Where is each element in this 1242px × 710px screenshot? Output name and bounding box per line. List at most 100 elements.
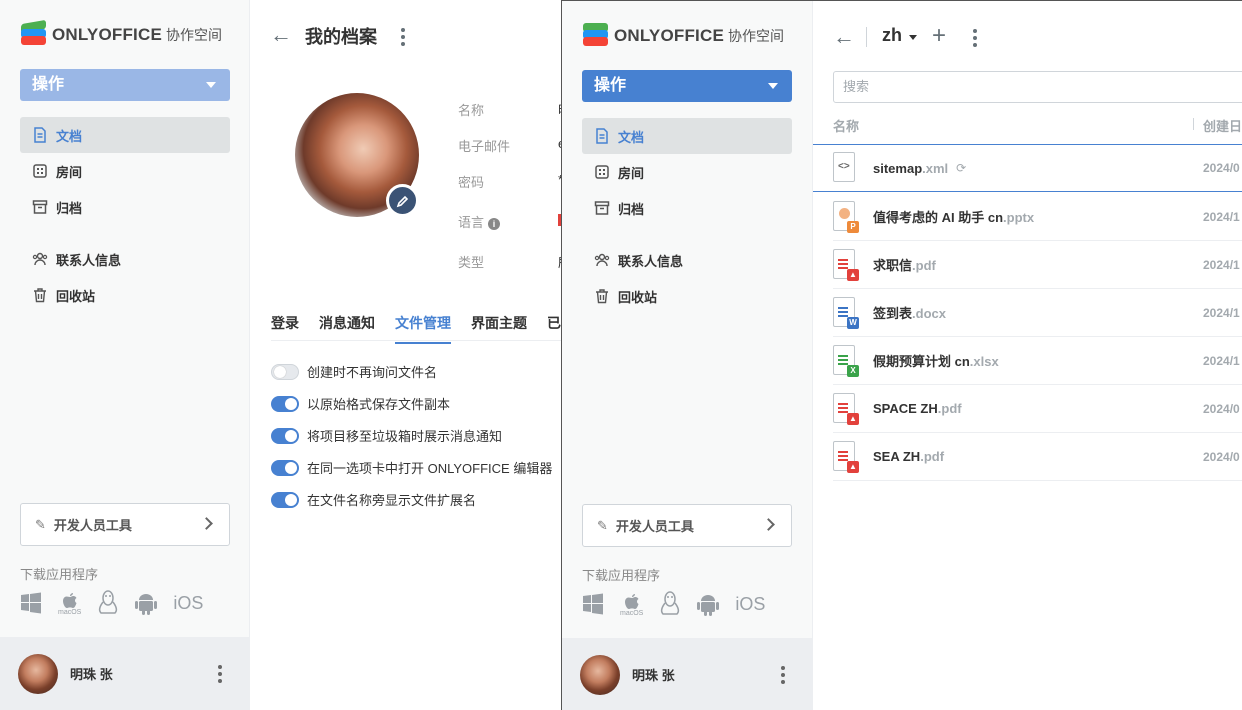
column-header-created[interactable]: 创建日 xyxy=(1203,116,1242,135)
linux-icon[interactable] xyxy=(97,590,119,616)
developer-tools-icon: ✎ xyxy=(35,516,46,532)
caret-down-icon[interactable] xyxy=(909,35,917,40)
contacts-icon xyxy=(32,251,48,267)
archive-icon xyxy=(32,199,48,215)
back-arrow-icon[interactable]: ← xyxy=(833,26,855,48)
left-sidebar: ONLYOFFICE 协作空间 操作 文档 房间 归档 联系人信息 回收站 ✎ … xyxy=(0,0,250,710)
profile-bar[interactable]: 明珠 张 xyxy=(562,638,813,710)
file-date: 2024/1 xyxy=(1203,257,1240,272)
developer-tools-button[interactable]: ✎ 开发人员工具 xyxy=(20,503,230,546)
sidebar-item-label: 回收站 xyxy=(56,288,96,304)
table-row[interactable]: <> sitemap.xml ⟳ 2024/0 xyxy=(813,144,1242,192)
toggle-label: 以原始格式保存文件副本 xyxy=(307,397,451,412)
field-label-name: 名称 xyxy=(458,103,485,118)
back-arrow-icon[interactable]: ← xyxy=(270,24,292,46)
table-row[interactable]: ▲ SPACE ZH.pdf 2024/0 xyxy=(833,385,1242,433)
toggle-switch[interactable] xyxy=(271,363,299,380)
windows-icon[interactable] xyxy=(20,592,42,614)
actions-button[interactable]: 操作 xyxy=(582,70,792,102)
info-icon[interactable]: i xyxy=(488,218,501,230)
developer-tools-icon: ✎ xyxy=(597,517,608,533)
sidebar-item-label: 回收站 xyxy=(618,289,658,305)
file-date: 2024/1 xyxy=(1203,209,1240,224)
macos-icon[interactable]: macOS xyxy=(620,592,643,617)
file-date: 2024/0 xyxy=(1203,161,1240,175)
download-apps-label: 下载应用程序 xyxy=(582,568,661,583)
macos-icon[interactable]: macOS xyxy=(58,591,81,616)
sidebar-item-archive[interactable]: 归档 xyxy=(20,189,230,225)
actions-button-label: 操作 xyxy=(594,77,627,94)
pdf-file-icon: ▲ xyxy=(833,392,859,425)
android-icon[interactable] xyxy=(697,592,720,616)
actions-button-label: 操作 xyxy=(32,76,65,93)
ios-icon[interactable]: iOS xyxy=(173,593,203,614)
sync-icon[interactable]: ⟳ xyxy=(956,161,966,175)
toggle-row[interactable]: 在同一选项卡中打开 ONLYOFFICE 编辑器 xyxy=(271,458,552,477)
pdf-file-icon: ▲ xyxy=(833,248,859,281)
profile-name: 明珠 张 xyxy=(70,667,113,682)
edit-avatar-button[interactable] xyxy=(386,184,419,217)
docx-file-icon: W xyxy=(833,296,859,329)
pencil-icon xyxy=(396,195,408,207)
app-download-icons: macOS iOS xyxy=(582,591,765,617)
toggle-switch[interactable] xyxy=(271,459,299,476)
table-row[interactable]: X 假期预算计划 cn.xlsx 2024/1 xyxy=(833,337,1242,385)
table-row[interactable]: ▲ SEA ZH.pdf 2024/0 xyxy=(833,433,1242,481)
sidebar-item-rooms[interactable]: 房间 xyxy=(582,154,792,190)
plus-icon[interactable]: + xyxy=(932,22,946,50)
sidebar-item-documents[interactable]: 文档 xyxy=(20,117,230,153)
linux-icon[interactable] xyxy=(659,591,681,617)
more-options-icon[interactable] xyxy=(218,664,222,683)
sidebar-item-label: 联系人信息 xyxy=(56,252,122,268)
file-date: 2024/0 xyxy=(1203,449,1240,464)
sidebar-item-label: 房间 xyxy=(618,165,645,181)
table-row[interactable]: ▲ 求职信.pdf 2024/1 xyxy=(833,241,1242,289)
column-header-name[interactable]: 名称 xyxy=(833,116,859,135)
onlyoffice-logo-icon xyxy=(582,22,609,50)
right-sidebar: ONLYOFFICE 协作空间 操作 文档 房间 归档 联系人信息 回收站 ✎ … xyxy=(562,1,813,710)
actions-button[interactable]: 操作 xyxy=(20,69,230,101)
toggle-label: 在同一选项卡中打开 ONLYOFFICE 编辑器 xyxy=(307,461,553,476)
toggle-row[interactable]: 以原始格式保存文件副本 xyxy=(271,394,450,413)
sidebar-item-trash[interactable]: 回收站 xyxy=(20,277,230,313)
more-options-icon[interactable] xyxy=(973,29,977,47)
file-name: 签到表.docx xyxy=(873,306,946,321)
sidebar-item-trash[interactable]: 回收站 xyxy=(582,278,792,314)
xlsx-file-icon: X xyxy=(833,344,859,377)
file-name: sitemap.xml xyxy=(873,160,949,176)
rooms-icon xyxy=(32,163,48,179)
developer-tools-label: 开发人员工具 xyxy=(615,519,694,534)
trash-icon xyxy=(594,288,610,304)
sidebar-item-documents[interactable]: 文档 xyxy=(582,118,792,154)
more-options-icon[interactable] xyxy=(401,28,405,46)
toggle-row[interactable]: 在文件名称旁显示文件扩展名 xyxy=(271,490,476,509)
avatar[interactable] xyxy=(18,653,58,694)
toggle-row[interactable]: 创建时不再询问文件名 xyxy=(271,362,437,381)
sidebar-item-contacts[interactable]: 联系人信息 xyxy=(582,242,792,278)
avatar[interactable] xyxy=(580,654,620,695)
more-options-icon[interactable] xyxy=(781,665,785,684)
sidebar-item-archive[interactable]: 归档 xyxy=(582,190,792,226)
windows-icon[interactable] xyxy=(582,593,604,615)
toggle-switch[interactable] xyxy=(271,491,299,508)
developer-tools-button[interactable]: ✎ 开发人员工具 xyxy=(582,504,792,547)
document-icon xyxy=(594,128,610,144)
column-resizer[interactable] xyxy=(1193,118,1194,130)
table-row[interactable]: P 值得考虑的 AI 助手 cn.pptx 2024/1 xyxy=(833,193,1242,241)
sidebar-item-label: 文档 xyxy=(56,128,83,144)
logo: ONLYOFFICE 协作空间 xyxy=(20,19,222,49)
toggle-row[interactable]: 将项目移至垃圾箱时展示消息通知 xyxy=(271,426,502,445)
macos-label: macOS xyxy=(620,609,644,617)
sidebar-item-rooms[interactable]: 房间 xyxy=(20,153,230,189)
ios-icon[interactable]: iOS xyxy=(735,594,765,615)
table-row[interactable]: W 签到表.docx 2024/1 xyxy=(833,289,1242,337)
search-input[interactable]: 搜索 xyxy=(833,71,1242,103)
sidebar-item-contacts[interactable]: 联系人信息 xyxy=(20,241,230,277)
toggle-switch[interactable] xyxy=(271,395,299,412)
tabs-divider xyxy=(271,340,562,341)
profile-bar[interactable]: 明珠 张 xyxy=(0,637,250,710)
macos-label: macOS xyxy=(58,608,82,616)
toggle-switch[interactable] xyxy=(271,427,299,444)
android-icon[interactable] xyxy=(135,591,158,615)
folder-title[interactable]: zh xyxy=(882,25,902,46)
